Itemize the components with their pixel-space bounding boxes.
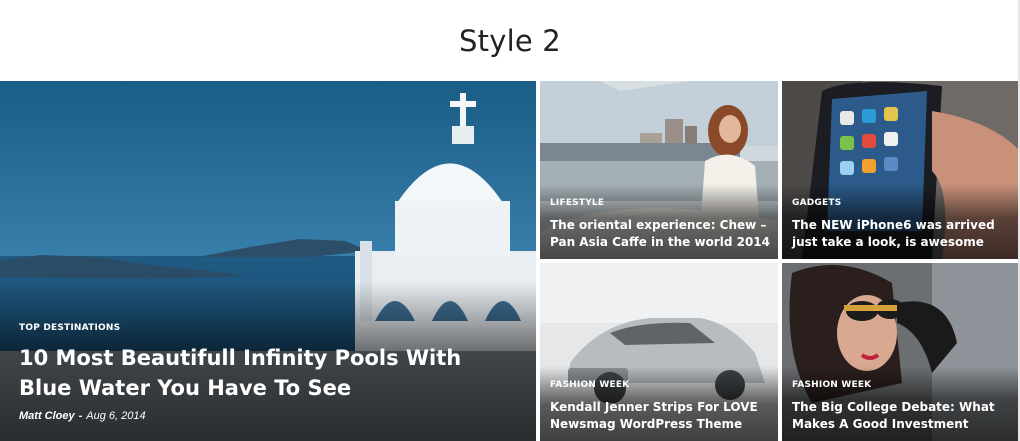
post-meta: Matt Cloey - Aug 6, 2014 <box>19 410 146 422</box>
post-title[interactable]: The Big College Debate: What Makes A Goo… <box>792 399 1014 433</box>
post-date: Aug 6, 2014 <box>86 410 146 422</box>
post-title[interactable]: The NEW iPhone6 was arrived just take a … <box>792 217 1014 251</box>
post-category[interactable]: GADGETS <box>792 198 841 208</box>
post-category[interactable]: FASHION WEEK <box>792 380 871 390</box>
post-tile-fashion-week-car[interactable]: FASHION WEEK Kendall Jenner Strips For L… <box>540 263 778 441</box>
post-title[interactable]: The oriental experience: Chew – Pan Asia… <box>550 217 772 251</box>
post-tile-fashion-week-investment[interactable]: FASHION WEEK The Big College Debate: Wha… <box>782 263 1020 441</box>
post-category[interactable]: LIFESTYLE <box>550 198 604 208</box>
post-tile-lifestyle[interactable]: LIFESTYLE The oriental experience: Chew … <box>540 81 778 259</box>
meta-separator: - <box>78 410 83 422</box>
post-category[interactable]: FASHION WEEK <box>550 380 629 390</box>
post-author[interactable]: Matt Cloey <box>19 410 75 422</box>
post-title[interactable]: Kendall Jenner Strips For LOVE Newsmag W… <box>550 399 772 433</box>
section-title: Style 2 <box>459 24 561 58</box>
post-tile-gadgets[interactable]: GADGETS The NEW iPhone6 was arrived just… <box>782 81 1020 259</box>
featured-post-tile[interactable]: TOP DESTINATIONS 10 Most Beautifull Infi… <box>0 81 536 441</box>
post-title[interactable]: 10 Most Beautifull Infinity Pools With B… <box>19 343 499 403</box>
post-category[interactable]: TOP DESTINATIONS <box>19 323 120 333</box>
